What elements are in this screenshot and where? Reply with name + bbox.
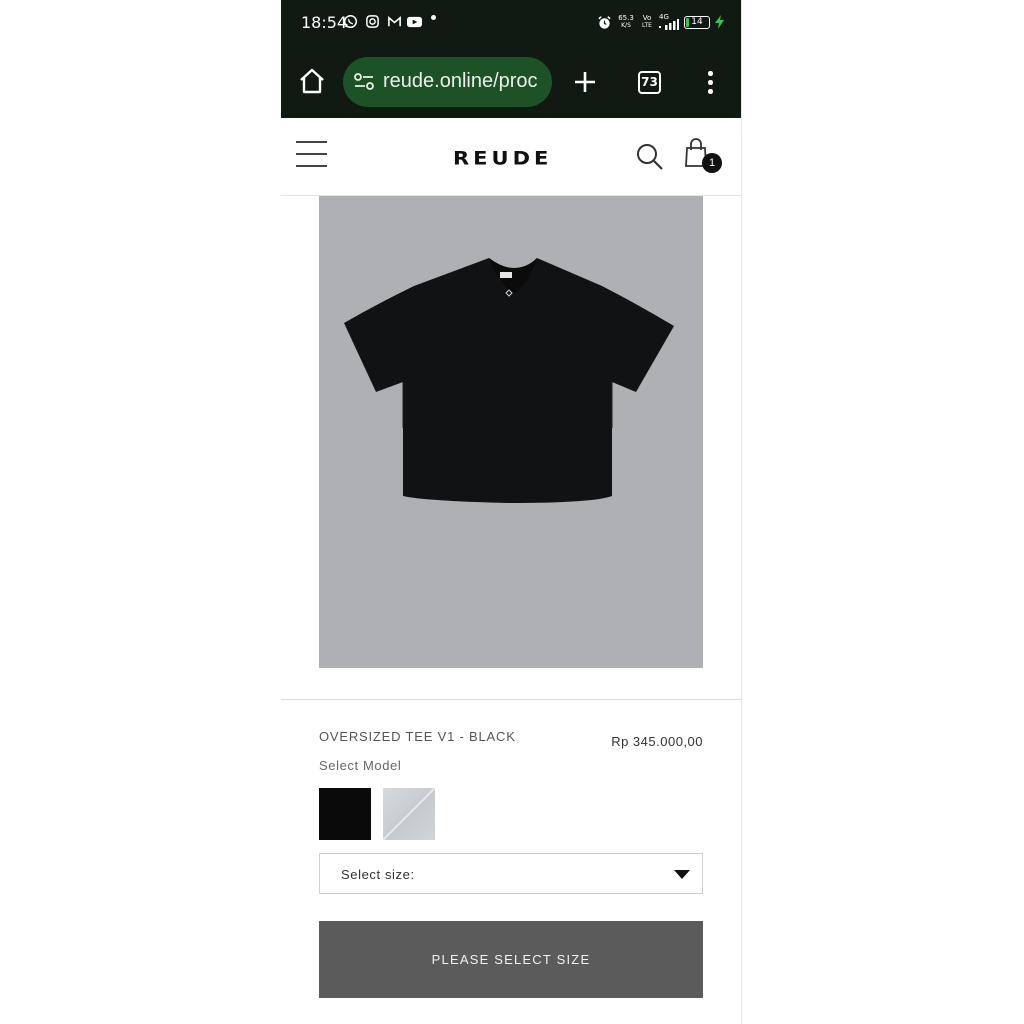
site-settings-icon[interactable] <box>353 72 375 92</box>
battery-indicator: 14 <box>684 15 710 29</box>
charging-icon <box>715 15 724 29</box>
signal-bars-icon <box>659 19 679 30</box>
product-image[interactable] <box>319 196 703 668</box>
browser-toolbar: reude.online/proc 73 <box>281 46 741 118</box>
model-swatch-black[interactable] <box>319 788 371 840</box>
plus-icon <box>575 72 595 92</box>
search-button[interactable] <box>635 142 665 172</box>
search-icon <box>637 144 663 170</box>
network-speed-unit: K/S <box>621 22 631 29</box>
alarm-icon <box>597 15 612 30</box>
signal-indicator: 4G <box>659 14 679 30</box>
kebab-dot-icon <box>708 71 713 76</box>
network-speed-value: 65.3 <box>618 14 634 22</box>
more-notifications-dot <box>431 15 436 20</box>
chevron-down-icon <box>674 870 690 879</box>
volte-top: Vo <box>642 14 652 22</box>
address-bar[interactable]: reude.online/proc <box>343 57 552 107</box>
status-right-group: 65.3 K/S Vo LTE 4G 14 <box>597 12 724 32</box>
add-to-cart-button[interactable]: PLEASE SELECT SIZE <box>319 921 703 998</box>
cart-count-badge: 1 <box>702 153 722 173</box>
size-select-placeholder: Select size: <box>341 867 415 882</box>
site-header: REUDE 1 <box>281 118 741 196</box>
battery-level: 14 <box>691 16 703 27</box>
site-logo[interactable]: REUDE <box>453 147 552 169</box>
product-price: Rp 345.000,00 <box>611 734 703 749</box>
model-swatch-white[interactable] <box>383 788 435 840</box>
home-icon <box>300 68 324 94</box>
battery-fill <box>686 17 689 27</box>
network-speed: 65.3 K/S <box>617 14 635 30</box>
instagram-icon <box>365 14 380 29</box>
new-tab-button[interactable] <box>572 69 598 95</box>
kebab-dot-icon <box>708 80 713 85</box>
url-text[interactable]: reude.online/proc <box>383 70 538 93</box>
hamburger-line <box>296 153 327 155</box>
youtube-icon <box>406 14 423 29</box>
kebab-dot-icon <box>708 89 713 94</box>
status-time: 18:54 <box>301 13 348 32</box>
home-button[interactable] <box>297 66 327 96</box>
hamburger-line <box>296 165 327 167</box>
black-tshirt-image <box>344 258 674 503</box>
cart-button[interactable]: 1 <box>683 138 723 176</box>
volte-indicator: Vo LTE <box>640 14 654 30</box>
whatsapp-icon <box>343 14 358 29</box>
volte-bottom: LTE <box>642 22 652 29</box>
product-title: OVERSIZED TEE V1 - BLACK <box>319 729 516 744</box>
select-model-label: Select Model <box>319 758 402 773</box>
browser-menu-button[interactable] <box>705 70 715 96</box>
gmail-icon <box>387 14 402 29</box>
phone-screen: 18:54 65.3 K/S Vo LTE 4G 14 reude.online… <box>281 0 742 1024</box>
tab-switcher-button[interactable]: 73 <box>638 71 661 94</box>
size-select[interactable]: Select size: <box>319 853 703 894</box>
hamburger-line <box>296 141 327 143</box>
status-bar: 18:54 65.3 K/S Vo LTE 4G 14 <box>281 0 741 46</box>
hamburger-menu-button[interactable] <box>296 138 327 170</box>
section-divider <box>281 699 741 700</box>
